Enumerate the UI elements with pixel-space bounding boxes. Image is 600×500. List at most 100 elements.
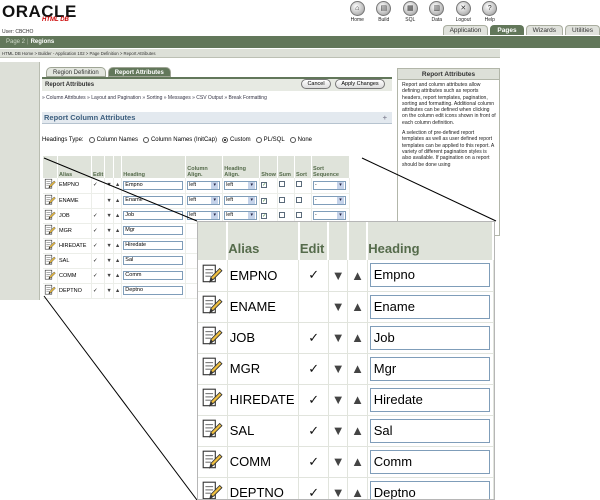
heading-input[interactable]: Mgr [369, 356, 490, 381]
edit-cell[interactable] [43, 238, 58, 254]
move-down-icon[interactable]: ▼ [328, 291, 349, 323]
top-icon-home[interactable]: ⌂ Home [344, 0, 371, 23]
build-icon[interactable]: ▤ [376, 1, 392, 16]
heading-input[interactable]: Job [369, 325, 490, 350]
sort-sequence-select[interactable]: - [312, 211, 346, 220]
region-tab-0[interactable]: Region Definition [46, 67, 106, 77]
radio-custom[interactable] [221, 137, 228, 143]
sort-checkbox[interactable] [295, 196, 302, 203]
edit-icon[interactable] [44, 209, 56, 221]
help-icon[interactable]: ? [482, 1, 498, 16]
tab-pages[interactable]: Pages [490, 25, 524, 35]
edit-icon[interactable] [44, 269, 56, 281]
move-up-icon[interactable]: ▲ [347, 260, 368, 292]
heading-input[interactable]: Empno [123, 180, 184, 190]
heading-input[interactable]: Empno [369, 263, 490, 288]
move-down-icon[interactable]: ▼ [104, 283, 114, 299]
edit-icon[interactable] [201, 387, 223, 409]
edit-cell[interactable] [43, 178, 58, 194]
sort-sequence-select[interactable]: - [312, 180, 346, 190]
edit-cell[interactable] [198, 322, 228, 354]
edit-icon[interactable] [44, 194, 56, 206]
edit-cell[interactable] [198, 477, 228, 500]
heading-align-select[interactable]: left [224, 180, 258, 190]
move-down-icon[interactable]: ▼ [104, 238, 114, 254]
move-down-icon[interactable]: ▼ [328, 415, 349, 447]
move-up-icon[interactable]: ▲ [347, 415, 368, 447]
regions-label[interactable]: Regions [31, 39, 55, 45]
column-align-select[interactable]: left [187, 211, 221, 220]
edit-cell[interactable] [43, 193, 58, 209]
move-down-icon[interactable]: ▼ [328, 384, 349, 416]
breadcrumb[interactable]: HTML DB Home > Builder - Application 102… [0, 49, 500, 58]
edit-icon[interactable] [201, 418, 223, 440]
show-checkbox[interactable]: ✓ [261, 197, 268, 204]
sum-checkbox[interactable] [278, 211, 285, 218]
radio-pl-sql[interactable] [255, 137, 262, 143]
heading-input[interactable]: Ename [369, 294, 490, 319]
radio-column-names[interactable] [88, 137, 95, 143]
edit-icon[interactable] [44, 254, 56, 266]
edit-icon[interactable] [201, 449, 223, 471]
edit-icon[interactable] [44, 178, 56, 190]
edit-cell[interactable] [43, 208, 58, 224]
edit-cell[interactable] [198, 446, 228, 478]
sort-sequence-select[interactable]: - [312, 196, 346, 205]
edit-icon[interactable] [44, 224, 56, 236]
move-up-icon[interactable]: ▲ [347, 446, 368, 478]
radio-column-names-initcap-[interactable] [142, 137, 149, 143]
column-align-select[interactable]: left [187, 196, 221, 205]
move-down-icon[interactable]: ▼ [328, 446, 349, 478]
move-down-icon[interactable]: ▼ [104, 178, 114, 194]
heading-input[interactable]: Comm [123, 271, 184, 280]
move-up-icon[interactable]: ▲ [347, 322, 368, 354]
move-up-icon[interactable]: ▲ [113, 238, 123, 254]
edit-cell[interactable] [198, 415, 228, 447]
move-up-icon[interactable]: ▲ [113, 223, 123, 239]
sort-checkbox[interactable] [295, 181, 302, 188]
edit-icon[interactable] [44, 284, 56, 296]
column-align-select[interactable]: left [187, 180, 221, 190]
edit-cell[interactable] [198, 260, 228, 292]
expand-icon[interactable]: + [383, 112, 387, 124]
heading-input[interactable]: Job [123, 211, 184, 220]
top-icon-data[interactable]: ▥ Data [424, 0, 451, 23]
heading-input[interactable]: Sal [123, 256, 184, 265]
move-up-icon[interactable]: ▲ [113, 178, 123, 194]
move-up-icon[interactable]: ▲ [347, 384, 368, 416]
show-checkbox[interactable]: ✓ [261, 212, 268, 219]
edit-icon[interactable] [201, 294, 223, 316]
sql-icon[interactable]: ▦ [402, 1, 418, 16]
move-down-icon[interactable]: ▼ [328, 353, 349, 385]
heading-input[interactable]: Hiredate [369, 387, 490, 412]
edit-icon[interactable] [44, 239, 56, 251]
move-up-icon[interactable]: ▲ [113, 268, 123, 284]
edit-icon[interactable] [201, 356, 223, 378]
heading-input[interactable]: Ename [123, 196, 184, 205]
heading-input[interactable]: Hiredate [123, 241, 184, 250]
tab-application[interactable]: Application [442, 25, 489, 35]
sum-checkbox[interactable] [278, 181, 285, 188]
sub-links[interactable]: » Column Attributes » Layout and Paginat… [42, 95, 267, 101]
home-icon[interactable]: ⌂ [349, 1, 365, 16]
move-up-icon[interactable]: ▲ [347, 353, 368, 385]
move-down-icon[interactable]: ▼ [104, 253, 114, 269]
move-up-icon[interactable]: ▲ [347, 477, 368, 499]
heading-input[interactable]: Mgr [123, 226, 184, 235]
logout-icon[interactable]: ✕ [455, 1, 471, 16]
top-icon-sql[interactable]: ▦ SQL [397, 0, 424, 23]
page-label[interactable]: Page 2 [6, 39, 25, 45]
edit-cell[interactable] [198, 291, 228, 323]
edit-cell[interactable] [43, 283, 58, 299]
heading-align-select[interactable]: left [224, 196, 258, 205]
move-down-icon[interactable]: ▼ [104, 223, 114, 239]
show-checkbox[interactable]: ✓ [261, 182, 268, 189]
cancel-button[interactable]: Cancel [301, 79, 331, 89]
edit-icon[interactable] [201, 325, 223, 347]
edit-icon[interactable] [201, 480, 223, 500]
edit-cell[interactable] [43, 253, 58, 269]
radio-none[interactable] [289, 137, 296, 143]
move-up-icon[interactable]: ▲ [113, 208, 123, 224]
move-up-icon[interactable]: ▲ [347, 291, 368, 323]
sort-checkbox[interactable] [295, 211, 302, 218]
